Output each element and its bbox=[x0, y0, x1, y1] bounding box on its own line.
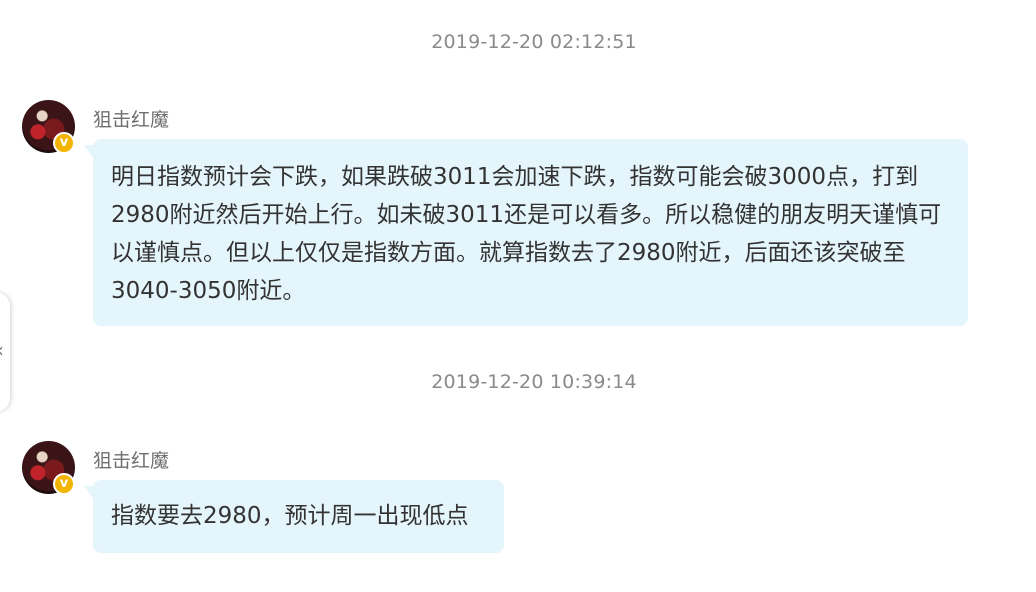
message-timestamp: 2019-12-20 10:39:14 bbox=[431, 371, 637, 393]
bubble-tail bbox=[84, 486, 94, 500]
message-bubble: 明日指数预计会下跌，如果跌破3011会加速下跌，指数可能会破3000点，打到29… bbox=[84, 139, 968, 326]
username[interactable]: 狙击红魔 bbox=[93, 105, 169, 132]
verified-badge-icon: v bbox=[53, 132, 75, 154]
collapse-panel-handle[interactable]: ‹ bbox=[0, 292, 10, 412]
chat-window: ‹ 2019-12-20 02:12:51 v 狙击红魔 明日指数预计会下跌，如… bbox=[0, 0, 1036, 592]
message-text: 指数要去2980，预计周一出现低点 bbox=[111, 503, 469, 529]
verified-badge-icon: v bbox=[53, 473, 75, 495]
message-text: 明日指数预计会下跌，如果跌破3011会加速下跌，指数可能会破3000点，打到29… bbox=[111, 164, 942, 304]
message-timestamp: 2019-12-20 02:12:51 bbox=[431, 31, 637, 53]
chevron-left-icon: ‹ bbox=[0, 338, 4, 362]
username[interactable]: 狙击红魔 bbox=[93, 446, 169, 473]
message-bubble: 指数要去2980，预计周一出现低点 bbox=[84, 480, 504, 553]
bubble-tail bbox=[84, 145, 94, 159]
